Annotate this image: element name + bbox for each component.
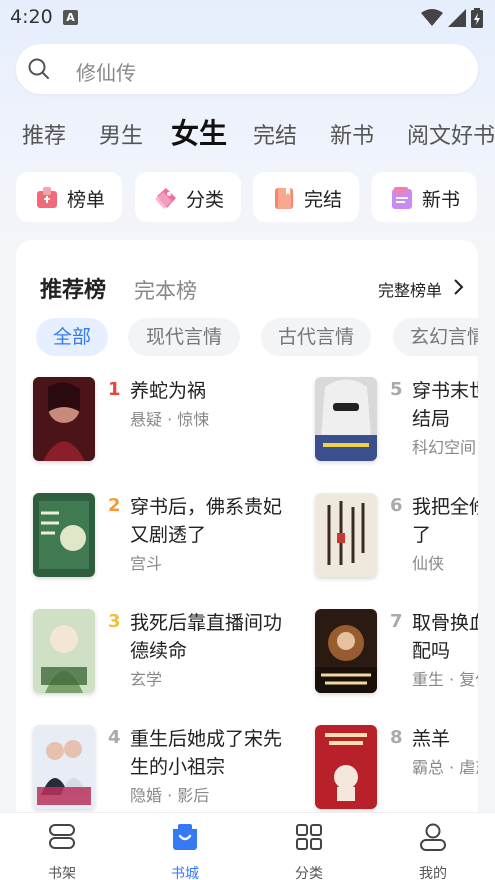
book-tags: 宫斗 (130, 554, 163, 573)
finished-icon (275, 188, 293, 209)
book-item[interactable]: 6 我把全修真界卷哭了 仙侠 (315, 493, 478, 593)
nav-label: 书城 (171, 866, 199, 880)
search-bar[interactable]: 修仙传 (16, 44, 478, 94)
filter-fantasy-romance[interactable]: 玄幻言情 (393, 318, 478, 356)
bookshelf-icon (49, 824, 75, 849)
book-rank: 3 (108, 611, 121, 632)
book-cover[interactable] (315, 493, 377, 577)
book-rank: 8 (390, 727, 403, 748)
grid-icon (296, 824, 322, 850)
book-rank: 6 (390, 495, 403, 516)
book-title[interactable]: 我死后靠直播间功德续命 (130, 609, 295, 665)
book-item[interactable]: 5 穿书末世货苟到大结局 科幻空间 (315, 377, 478, 477)
search-icon (28, 58, 49, 79)
book-title[interactable]: 穿书末世货苟到大结局 (412, 377, 478, 433)
new-book-icon (392, 187, 412, 209)
tab-finished-ranking[interactable]: 完本榜 (134, 275, 197, 305)
quick-link-label: 新书 (422, 189, 461, 211)
status-icons (421, 8, 483, 28)
ranking-card: 推荐榜 完本榜 完整榜单 全部 现代言情 古代言情 玄幻言情 1 养蛇为祸 悬疑… (16, 240, 478, 840)
quick-link-finished[interactable]: 完结 (253, 172, 359, 222)
search-placeholder: 修仙传 (76, 61, 136, 85)
quick-links: 榜单 分类 完结 新书 (0, 172, 495, 224)
wifi-icon (421, 9, 443, 26)
tab-good-books[interactable]: 阅文好书 (407, 118, 495, 150)
book-item[interactable]: 3 我死后靠直播间功德续命 玄学 (33, 609, 295, 709)
full-ranking-link[interactable]: 完整榜单 (378, 277, 442, 301)
book-rank: 5 (390, 379, 403, 400)
notification-badge-icon: A (63, 10, 78, 25)
book-cover[interactable] (33, 725, 95, 809)
tab-finished[interactable]: 完结 (253, 118, 297, 150)
genre-filters: 全部 现代言情 古代言情 玄幻言情 (16, 318, 478, 358)
battery-icon (471, 8, 483, 28)
nav-profile[interactable]: 我的 (393, 821, 473, 880)
book-cover[interactable] (33, 609, 95, 693)
book-title[interactable]: 羔羊 (412, 725, 478, 753)
book-tags: 仙侠 (412, 554, 445, 573)
book-tags: 霸总 · 虐恋 (412, 758, 478, 777)
book-tags: 重生 · 复仇 (412, 670, 478, 689)
filter-modern-romance[interactable]: 现代言情 (128, 318, 240, 356)
book-rank: 2 (108, 495, 121, 516)
book-rank: 1 (108, 379, 121, 400)
tab-new-books[interactable]: 新书 (330, 118, 374, 150)
book-item[interactable]: 8 羔羊 霸总 · 虐恋 (315, 725, 478, 825)
category-icon (155, 188, 176, 209)
tab-recommend-ranking[interactable]: 推荐榜 (40, 272, 106, 304)
bookstore-icon (173, 824, 197, 850)
book-title[interactable]: 取骨换血，凰命你配吗 (412, 609, 478, 665)
book-tags: 隐婚 · 影后 (130, 786, 210, 805)
book-title[interactable]: 我把全修真界卷哭了 (412, 493, 478, 549)
tab-recommend[interactable]: 推荐 (22, 118, 66, 150)
quick-link-label: 分类 (186, 189, 225, 211)
nav-label: 分类 (295, 866, 323, 880)
tab-female[interactable]: 女生 (171, 112, 227, 152)
quick-link-new-books[interactable]: 新书 (371, 172, 477, 222)
nav-bookshelf[interactable]: 书架 (22, 821, 102, 880)
book-cover[interactable] (33, 493, 95, 577)
book-title[interactable]: 重生后她成了宋先生的小祖宗 (130, 725, 295, 781)
book-item[interactable]: 2 穿书后，佛系贵妃又剧透了 宫斗 (33, 493, 295, 593)
status-bar: 4:20 A (0, 0, 495, 34)
quick-link-ranking[interactable]: 榜单 (16, 172, 122, 222)
book-title[interactable]: 养蛇为祸 (130, 377, 295, 405)
bottom-nav: 书架 书城 分类 我的 (0, 812, 495, 880)
book-tags: 悬疑 · 惊悚 (130, 410, 210, 429)
book-item[interactable]: 1 养蛇为祸 悬疑 · 惊悚 (33, 377, 295, 477)
book-cover[interactable] (315, 377, 377, 461)
nav-bookstore[interactable]: 书城 (145, 821, 225, 880)
ranking-icon (37, 187, 57, 208)
book-cover[interactable] (315, 609, 377, 693)
book-rank: 4 (108, 727, 121, 748)
nav-label: 书架 (48, 866, 76, 880)
nav-category[interactable]: 分类 (269, 821, 349, 880)
nav-label: 我的 (419, 866, 447, 880)
profile-icon (420, 823, 446, 851)
tab-male[interactable]: 男生 (99, 118, 143, 150)
book-title[interactable]: 穿书后，佛系贵妃又剧透了 (130, 493, 295, 549)
book-tags: 科幻空间 (412, 438, 477, 457)
book-tags: 玄学 (130, 670, 163, 689)
book-cover[interactable] (315, 725, 377, 809)
quick-link-label: 榜单 (67, 189, 106, 211)
book-rank: 7 (390, 611, 403, 632)
book-cover[interactable] (33, 377, 95, 461)
channel-tabs: 推荐 男生 女生 完结 新书 阅文好书 (0, 110, 495, 160)
quick-link-label: 完结 (304, 189, 343, 211)
filter-all[interactable]: 全部 (36, 318, 108, 356)
filter-ancient-romance[interactable]: 古代言情 (261, 318, 371, 356)
book-item[interactable]: 4 重生后她成了宋先生的小祖宗 隐婚 · 影后 (33, 725, 295, 825)
signal-icon (448, 9, 466, 27)
quick-link-category[interactable]: 分类 (135, 172, 241, 222)
status-time: 4:20 (10, 6, 53, 28)
chevron-right-icon[interactable] (452, 278, 464, 296)
book-item[interactable]: 7 取骨换血，凰命你配吗 重生 · 复仇 (315, 609, 478, 709)
